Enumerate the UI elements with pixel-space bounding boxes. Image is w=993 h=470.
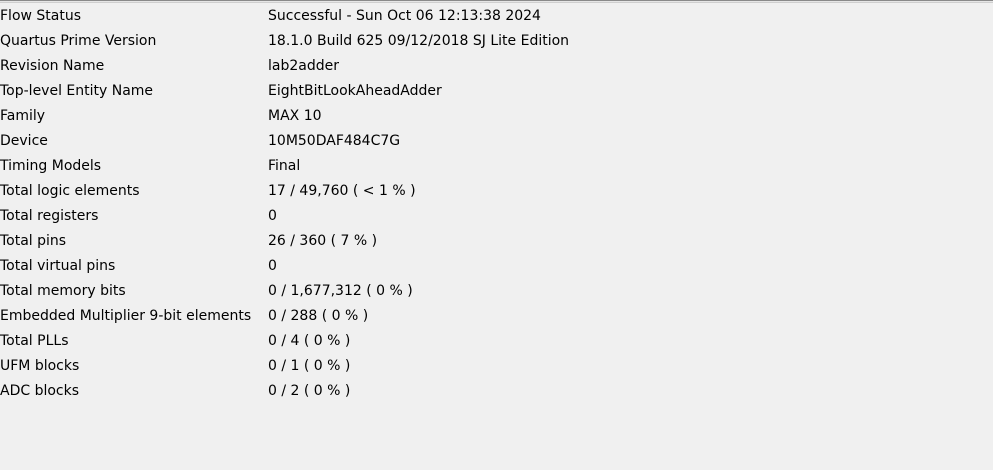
row-label: Device xyxy=(0,133,48,149)
table-row[interactable]: Total logic elements 17 / 49,760 ( < 1 %… xyxy=(0,179,993,204)
row-label: Flow Status xyxy=(0,8,82,24)
panel-top-border xyxy=(0,0,993,3)
table-row[interactable]: Total virtual pins 0 xyxy=(0,254,993,279)
row-value: 10M50DAF484C7G xyxy=(268,133,401,149)
row-label: ADC blocks xyxy=(0,383,80,399)
row-label: Revision Name xyxy=(0,58,105,74)
row-value: Successful - Sun Oct 06 12:13:38 2024 xyxy=(268,8,541,24)
table-row[interactable]: Total PLLs 0 / 4 ( 0 % ) xyxy=(0,329,993,354)
row-value: Final xyxy=(268,158,301,174)
table-row[interactable]: UFM blocks 0 / 1 ( 0 % ) xyxy=(0,354,993,379)
row-value: 0 / 1 ( 0 % ) xyxy=(268,358,351,374)
table-row[interactable]: Device 10M50DAF484C7G xyxy=(0,129,993,154)
table-row[interactable]: Embedded Multiplier 9-bit elements 0 / 2… xyxy=(0,304,993,329)
row-value: 0 / 2 ( 0 % ) xyxy=(268,383,351,399)
row-label: Total pins xyxy=(0,233,67,249)
table-row[interactable]: Flow Status Successful - Sun Oct 06 12:1… xyxy=(0,4,993,29)
table-row[interactable]: ADC blocks 0 / 2 ( 0 % ) xyxy=(0,379,993,404)
row-value: 0 / 288 ( 0 % ) xyxy=(268,308,369,324)
row-label: Timing Models xyxy=(0,158,102,174)
row-label: Total virtual pins xyxy=(0,258,116,274)
row-value: EightBitLookAheadAdder xyxy=(268,83,442,99)
row-value: 0 xyxy=(268,258,277,274)
row-label: Total PLLs xyxy=(0,333,69,349)
row-value: 0 / 4 ( 0 % ) xyxy=(268,333,351,349)
row-label: Embedded Multiplier 9-bit elements xyxy=(0,308,252,324)
table-row[interactable]: Family MAX 10 xyxy=(0,104,993,129)
table-row[interactable]: Top-level Entity Name EightBitLookAheadA… xyxy=(0,79,993,104)
row-label: Total memory bits xyxy=(0,283,126,299)
table-row[interactable]: Total pins 26 / 360 ( 7 % ) xyxy=(0,229,993,254)
row-value: 0 / 1,677,312 ( 0 % ) xyxy=(268,283,413,299)
table-row[interactable]: Total registers 0 xyxy=(0,204,993,229)
table-row[interactable]: Quartus Prime Version 18.1.0 Build 625 0… xyxy=(0,29,993,54)
row-value: lab2adder xyxy=(268,58,339,74)
row-label: Family xyxy=(0,108,46,124)
row-value: 26 / 360 ( 7 % ) xyxy=(268,233,378,249)
row-label: Quartus Prime Version xyxy=(0,33,157,49)
row-label: Total registers xyxy=(0,208,99,224)
table-row[interactable]: Total memory bits 0 / 1,677,312 ( 0 % ) xyxy=(0,279,993,304)
flow-summary-table: Flow Status Successful - Sun Oct 06 12:1… xyxy=(0,4,993,404)
table-row[interactable]: Timing Models Final xyxy=(0,154,993,179)
row-label: Total logic elements xyxy=(0,183,140,199)
row-value: 18.1.0 Build 625 09/12/2018 SJ Lite Edit… xyxy=(268,33,570,49)
row-value: 0 xyxy=(268,208,277,224)
row-label: UFM blocks xyxy=(0,358,80,374)
row-label: Top-level Entity Name xyxy=(0,83,154,99)
row-value: 17 / 49,760 ( < 1 % ) xyxy=(268,183,416,199)
row-value: MAX 10 xyxy=(268,108,322,124)
table-row[interactable]: Revision Name lab2adder xyxy=(0,54,993,79)
